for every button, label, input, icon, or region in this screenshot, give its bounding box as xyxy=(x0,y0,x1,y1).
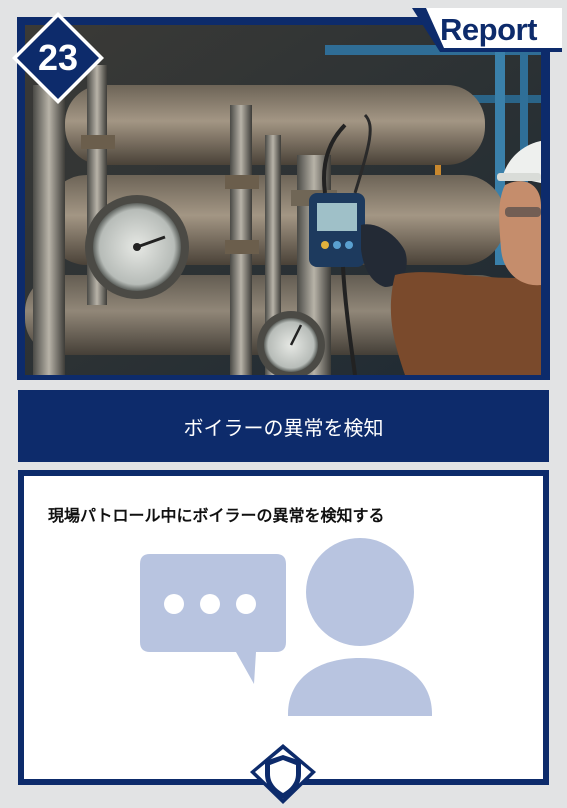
shield-icon xyxy=(250,744,316,804)
chat-bubble-icon xyxy=(140,554,286,684)
person-icon xyxy=(288,538,432,716)
report-label: Report xyxy=(440,12,537,47)
report-tab: Report xyxy=(412,8,562,52)
title-text: ボイラーの異常を検知 xyxy=(183,415,384,440)
description-text: 現場パトロール中にボイラーの異常を検知する xyxy=(48,506,385,525)
illustration xyxy=(140,538,432,716)
content-panel: 現場パトロール中にボイラーの異常を検知する xyxy=(24,476,543,779)
number-badge: 23 xyxy=(12,12,104,104)
number-text: 23 xyxy=(37,37,79,78)
title-bar: ボイラーの異常を検知 xyxy=(18,390,549,462)
